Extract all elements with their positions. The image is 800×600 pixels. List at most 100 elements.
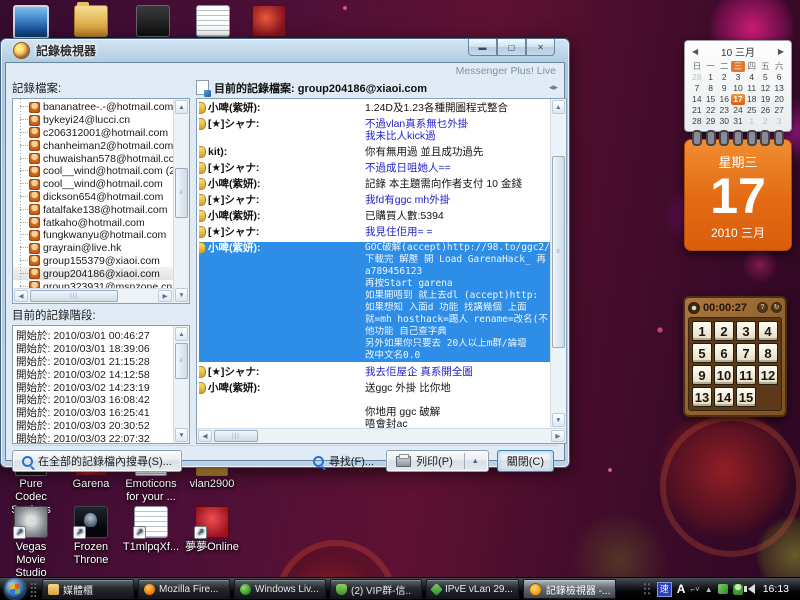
calendar-day-cell[interactable]: 26	[759, 105, 773, 116]
chat-message-line[interactable]: 已購買人數:5394	[365, 210, 550, 222]
log-file-item[interactable]: cool__wind@hotmail.com (2)	[13, 165, 173, 178]
log-file-item[interactable]: c206312001@hotmail.com	[13, 127, 173, 140]
chat-message-line[interactable]: 記錄 本主題需向作者支付 10 金錢	[365, 178, 550, 190]
scrollbar-thumb[interactable]: |||	[214, 430, 258, 442]
calendar-day-cell[interactable]: 3	[731, 72, 745, 83]
chat-message-line[interactable]: 我fd有ggc mh外掛	[365, 194, 550, 206]
calendar-day-cell[interactable]: 2	[717, 72, 731, 83]
files-vertical-scrollbar[interactable]: ▲ ≡ ▼	[173, 99, 189, 303]
puzzle-tile[interactable]: 6	[714, 343, 734, 363]
search-all-logs-button[interactable]: 在全部的記錄檔內搜尋(S)...	[12, 450, 182, 472]
calendar-day-cell[interactable]: 4	[745, 72, 759, 83]
scroll-left-icon[interactable]: ◀	[14, 290, 28, 302]
calendar-day-cell[interactable]: 8	[704, 83, 718, 94]
calendar-day-cell[interactable]: 17	[731, 94, 745, 105]
puzzle-tile[interactable]: 9	[692, 365, 712, 385]
chat-message-line[interactable]	[365, 394, 550, 406]
log-file-item[interactable]: bykeyi24@lucci.cn	[13, 114, 173, 127]
ime-mode-icon[interactable]: A	[677, 582, 686, 596]
maximize-button[interactable]: ▢	[497, 39, 526, 56]
minimize-button[interactable]: ▬	[468, 39, 497, 56]
panel-resize-icon[interactable]: ◂▸	[549, 82, 558, 93]
chat-horizontal-scrollbar[interactable]: ◀ ||| ▶	[197, 428, 566, 443]
chat-sender-name[interactable]: 小啤(紫妍):	[199, 242, 365, 362]
calendar-day-cell[interactable]: 29	[704, 116, 718, 127]
scrollbar-thumb[interactable]: |||	[30, 290, 118, 302]
puzzle-tile[interactable]: 4	[758, 321, 778, 341]
calendar-day-cell[interactable]: 11	[745, 83, 759, 94]
files-horizontal-scrollbar[interactable]: ◀ ||| ▶	[13, 288, 173, 303]
session-item[interactable]: 開始於: 2010/03/03 16:08:42	[16, 392, 173, 405]
calendar-day-cell[interactable]: 7	[690, 83, 704, 94]
puzzle-help-button[interactable]: ?	[757, 302, 768, 313]
chat-message-line[interactable]: 他功能 自己查字典	[365, 326, 550, 338]
taskbar-task-button[interactable]: 記錄檢視器 -...	[523, 579, 616, 599]
taskbar-grip[interactable]	[30, 582, 37, 597]
calendar-day-cell[interactable]: 3	[772, 116, 786, 127]
start-button[interactable]	[5, 579, 25, 599]
chat-message-line[interactable]: a789456123	[365, 266, 550, 278]
scroll-down-icon[interactable]: ▼	[175, 428, 188, 442]
puzzle-tile[interactable]: 14	[714, 387, 734, 407]
calendar-day-cell[interactable]: 6	[772, 72, 786, 83]
calendar-day-cell[interactable]: 5	[759, 72, 773, 83]
puzzle-tile[interactable]: 8	[758, 343, 778, 363]
calendar-day-cell[interactable]: 28	[690, 116, 704, 127]
log-file-item[interactable]: cool__wind@hotmail.com	[13, 178, 173, 191]
display-settings-icon[interactable]: ⌐˅	[690, 585, 699, 594]
chat-sender-name[interactable]: 小啤(紫妍):	[199, 210, 365, 222]
sessions-vertical-scrollbar[interactable]: ▲ ≡ ▼	[173, 326, 189, 443]
taskbar-task-button[interactable]: Windows Liv...	[234, 579, 326, 599]
puzzle-tile[interactable]: 5	[692, 343, 712, 363]
log-file-item[interactable]: group155379@xiaoi.com	[13, 255, 173, 268]
session-item[interactable]: 開始於: 2010/03/02 14:12:58	[16, 367, 173, 380]
chat-message-line[interactable]: 不過成日咀她人==	[365, 162, 550, 174]
chevron-up-icon[interactable]: ▲	[472, 458, 479, 465]
scroll-down-icon[interactable]: ▼	[552, 413, 565, 427]
chat-message-line[interactable]: 下載完 解壓 開 Load GarenaHack_ 再	[365, 254, 550, 266]
session-item[interactable]: 開始於: 2010/03/01 18:39:06	[16, 341, 173, 354]
puzzle-reset-button[interactable]: ↻	[771, 302, 782, 313]
scroll-left-icon[interactable]: ◀	[198, 430, 212, 442]
calendar-day-cell[interactable]: 1	[745, 116, 759, 127]
close-icon[interactable]: ✕	[526, 39, 555, 56]
chat-message-line[interactable]: 如果想知 入面d 功能 找講幾個 上面	[365, 302, 550, 314]
session-item[interactable]: 開始於: 2010/03/03 22:07:32	[16, 431, 173, 443]
puzzle-tile[interactable]: 7	[736, 343, 756, 363]
puzzle-tile[interactable]: 15	[736, 387, 756, 407]
chat-message-line[interactable]: 送ggc 外掛 比你地	[365, 382, 550, 394]
puzzle-tile[interactable]: 1	[692, 321, 712, 341]
puzzle-tile[interactable]: 3	[736, 321, 756, 341]
scrollbar-thumb[interactable]: ≡	[175, 343, 188, 379]
taskbar-task-button[interactable]: 媒體櫃	[42, 579, 134, 599]
chat-message-line[interactable]: 我去佢屋企 真系開全圖	[365, 366, 550, 378]
log-file-item[interactable]: fatalfake138@hotmail.com	[13, 203, 173, 216]
desktop-icon[interactable]: ↗T1mlpqXf...	[122, 506, 180, 554]
chat-message-line[interactable]: 再按Start garena	[365, 278, 550, 290]
chat-sender-name[interactable]: [★]シャナ:	[199, 194, 365, 206]
calendar-day-cell[interactable]: 18	[745, 94, 759, 105]
calendar-day-cell[interactable]: 28	[690, 72, 704, 83]
calendar-today-card[interactable]: 星期三 17 2010 三月	[684, 139, 792, 251]
calendar-day-cell[interactable]: 22	[704, 105, 718, 116]
calendar-day-cell[interactable]: 2	[759, 116, 773, 127]
calendar-day-cell[interactable]: 27	[772, 105, 786, 116]
calendar-day-cell[interactable]: 20	[772, 94, 786, 105]
calendar-day-cell[interactable]: 14	[690, 94, 704, 105]
ime-quick-icon[interactable]: 速	[657, 582, 672, 597]
log-file-item[interactable]: bananatree-.-@hotmail.com	[13, 101, 173, 114]
chat-message-line[interactable]: 改中文名0.0	[365, 350, 550, 362]
log-file-item[interactable]: group323931@msnzone.cn	[13, 280, 173, 288]
taskbar-task-button[interactable]: IPvE vLan 29...	[426, 579, 519, 599]
chat-message-line[interactable]: GOC破解(accept)http://98.to/ggc2/	[365, 242, 550, 254]
calendar-day-cell[interactable]: 19	[759, 94, 773, 105]
calendar-day-cell[interactable]: 1	[704, 72, 718, 83]
chat-sender-name[interactable]: 小啤(紫妍):	[199, 382, 365, 428]
chat-sender-name[interactable]: [★]シャナ:	[199, 162, 365, 174]
chat-sender-name[interactable]: [★]シャナ:	[199, 226, 365, 238]
calendar-day-cell[interactable]: 10	[731, 83, 745, 94]
chat-sender-name[interactable]: [★]シャナ:	[199, 118, 365, 142]
scroll-down-icon[interactable]: ▼	[175, 288, 188, 302]
log-file-item[interactable]: dickson654@hotmail.com	[13, 191, 173, 204]
scroll-right-icon[interactable]: ▶	[551, 430, 565, 442]
